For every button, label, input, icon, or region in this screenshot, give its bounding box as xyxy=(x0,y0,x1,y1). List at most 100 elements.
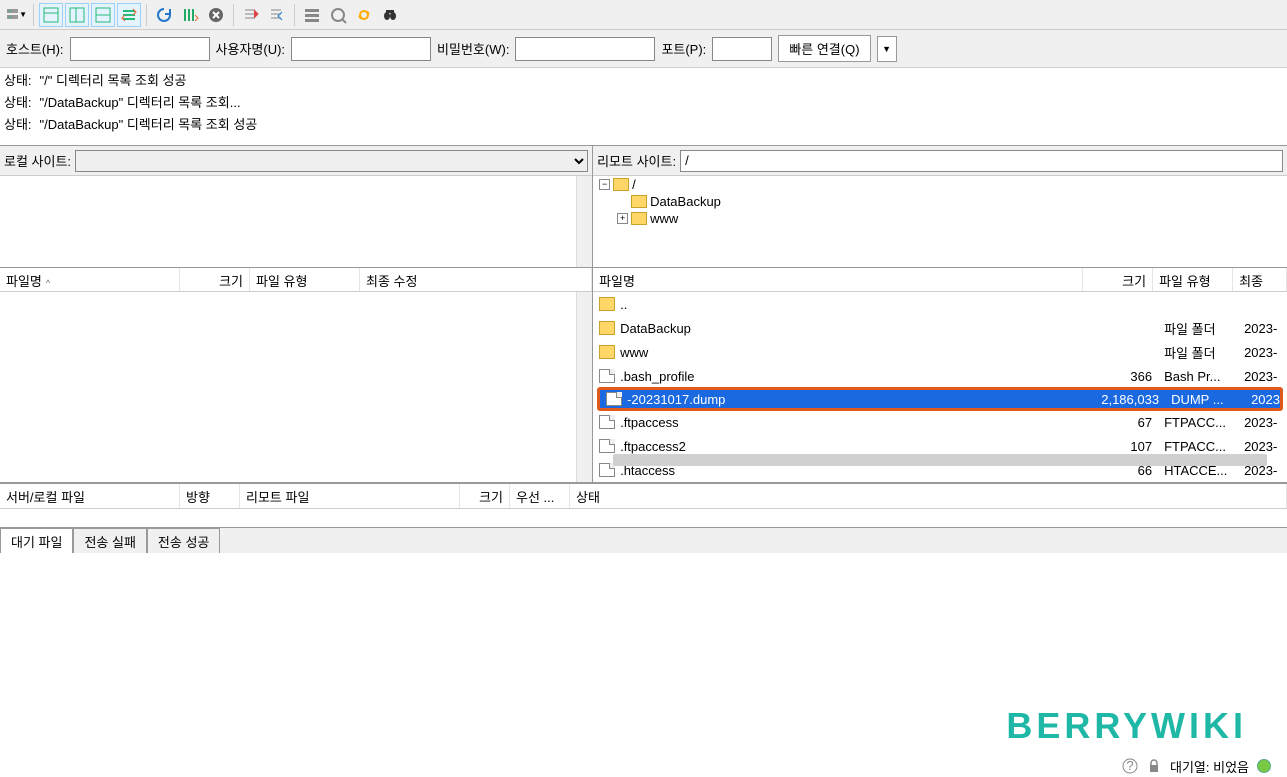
toggle-remote-tree-button[interactable] xyxy=(91,3,115,27)
sync-browse-button[interactable] xyxy=(352,3,376,27)
file-mtime: 2023- xyxy=(1238,415,1287,430)
queue-tabs: 대기 파일 전송 실패 전송 성공 xyxy=(0,527,1287,553)
local-directory-tree[interactable] xyxy=(0,176,592,268)
file-row[interactable]: www파일 폴더2023- xyxy=(593,340,1287,364)
file-row[interactable]: .ftpaccess67FTPACC...2023- xyxy=(593,410,1287,434)
file-type: 파일 폴더 xyxy=(1158,319,1238,338)
col-direction[interactable]: 방향 xyxy=(180,484,240,508)
folder-icon xyxy=(599,345,615,359)
transfer-queue-list[interactable] xyxy=(0,509,1287,527)
file-type: 파일 폴더 xyxy=(1158,343,1238,362)
file-size: 67 xyxy=(1088,415,1158,430)
port-label: 포트(P): xyxy=(661,39,706,58)
file-mtime: 2023 xyxy=(1245,392,1280,407)
scrollbar[interactable] xyxy=(576,176,592,267)
tree-item-label: / xyxy=(632,177,636,192)
directory-compare-button[interactable] xyxy=(326,3,350,27)
host-input[interactable] xyxy=(70,37,210,61)
col-type[interactable]: 파일 유형 xyxy=(1153,268,1233,291)
disconnect-button[interactable] xyxy=(239,3,263,27)
tree-item[interactable]: + www xyxy=(593,210,1287,227)
tree-item[interactable]: DataBackup xyxy=(593,193,1287,210)
site-manager-button[interactable]: ▼ xyxy=(4,3,28,27)
col-priority[interactable]: 우선 ... xyxy=(510,484,570,508)
cancel-button[interactable] xyxy=(204,3,228,27)
process-icon xyxy=(181,6,199,24)
tab-queue[interactable]: 대기 파일 xyxy=(0,528,73,553)
password-input[interactable] xyxy=(515,37,655,61)
transfer-queue-header: 서버/로컬 파일 방향 리모트 파일 크기 우선 ... 상태 xyxy=(0,483,1287,509)
local-pane: 로컬 사이트: 파일명^ 크기 파일 유형 최종 수정 xyxy=(0,146,593,482)
remote-directory-tree[interactable]: − / DataBackup + www xyxy=(593,176,1287,268)
binoculars-icon xyxy=(381,6,399,24)
quickconnect-history-dropdown[interactable]: ▼ xyxy=(877,36,897,62)
file-name: .. xyxy=(620,297,1088,312)
tree-pane-icon xyxy=(68,6,86,24)
file-name: -20231017.dump xyxy=(627,392,1095,407)
file-type: FTPACC... xyxy=(1158,415,1238,430)
toolbar-separator xyxy=(33,4,34,26)
tab-failed[interactable]: 전송 실패 xyxy=(73,528,146,553)
connection-led-icon xyxy=(1257,759,1271,773)
status-bar: ? 대기열: 비었음 xyxy=(1122,755,1287,777)
port-input[interactable] xyxy=(712,37,772,61)
local-list-header: 파일명^ 크기 파일 유형 최종 수정 xyxy=(0,268,592,292)
remote-pane: 리모트 사이트: − / DataBackup + www 파일명 크기 파일 … xyxy=(593,146,1287,482)
chevron-down-icon: ▼ xyxy=(19,10,27,19)
local-file-list[interactable] xyxy=(0,292,592,482)
toggle-log-button[interactable] xyxy=(39,3,63,27)
file-row[interactable]: .. xyxy=(593,292,1287,316)
remote-path-bar: 리모트 사이트: xyxy=(593,146,1287,176)
local-path-input[interactable] xyxy=(75,150,588,172)
message-log[interactable]: 상태:"/" 디렉터리 목록 조회 성공 상태:"/DataBackup" 디렉… xyxy=(0,68,1287,146)
toggle-local-tree-button[interactable] xyxy=(65,3,89,27)
find-button[interactable] xyxy=(378,3,402,27)
tree-item[interactable]: − / xyxy=(593,176,1287,193)
file-row[interactable]: -20231017.dump2,186,033DUMP ...2023 xyxy=(597,387,1283,411)
file-filters-button[interactable] xyxy=(300,3,324,27)
file-type: DUMP ... xyxy=(1165,392,1245,407)
file-row[interactable]: .bash_profile366Bash Pr...2023- xyxy=(593,364,1287,388)
remote-path-input[interactable] xyxy=(680,150,1283,172)
quickconnect-button[interactable]: 빠른 연결(Q) xyxy=(778,35,870,62)
col-server-local[interactable]: 서버/로컬 파일 xyxy=(0,484,180,508)
quickconnect-bar: 호스트(H): 사용자명(U): 비밀번호(W): 포트(P): 빠른 연결(Q… xyxy=(0,30,1287,68)
process-queue-button[interactable] xyxy=(178,3,202,27)
toolbar-separator xyxy=(294,4,295,26)
folder-icon xyxy=(599,297,615,311)
col-type[interactable]: 파일 유형 xyxy=(250,268,360,291)
scrollbar[interactable] xyxy=(576,292,592,482)
local-site-label: 로컬 사이트: xyxy=(4,151,71,170)
lock-icon[interactable] xyxy=(1146,758,1162,774)
log-entry: 상태:"/" 디렉터리 목록 조회 성공 xyxy=(4,70,1283,92)
col-size[interactable]: 크기 xyxy=(180,268,250,291)
file-name: .ftpaccess2 xyxy=(620,439,1088,454)
file-icon xyxy=(606,392,622,406)
col-remote-file[interactable]: 리모트 파일 xyxy=(240,484,460,508)
col-mtime[interactable]: 최종 xyxy=(1233,268,1287,291)
file-name: DataBackup xyxy=(620,321,1088,336)
help-icon[interactable]: ? xyxy=(1122,758,1138,774)
cancel-icon xyxy=(207,6,225,24)
col-name[interactable]: 파일명 xyxy=(593,268,1083,291)
remote-file-list[interactable]: .. DataBackup 파일 폴더 2023- www파일 폴더2023-.bash… xyxy=(593,292,1287,482)
username-input[interactable] xyxy=(291,37,431,61)
svg-text:?: ? xyxy=(1126,758,1133,773)
remote-site-label: 리모트 사이트: xyxy=(597,151,676,170)
col-size[interactable]: 크기 xyxy=(1083,268,1153,291)
refresh-icon xyxy=(155,6,173,24)
tab-success[interactable]: 전송 성공 xyxy=(147,528,220,553)
folder-icon xyxy=(599,321,615,335)
file-row[interactable]: DataBackup파일 폴더2023- xyxy=(593,316,1287,340)
scrollbar[interactable] xyxy=(613,454,1267,466)
toggle-queue-button[interactable] xyxy=(117,3,141,27)
col-status[interactable]: 상태 xyxy=(570,484,1287,508)
expand-icon[interactable]: + xyxy=(617,213,628,224)
col-size[interactable]: 크기 xyxy=(460,484,510,508)
col-name[interactable]: 파일명^ xyxy=(0,268,180,291)
col-mtime[interactable]: 최종 수정 xyxy=(360,268,592,291)
refresh-button[interactable] xyxy=(152,3,176,27)
reconnect-button[interactable] xyxy=(265,3,289,27)
chevron-down-icon: ▼ xyxy=(882,44,891,54)
collapse-icon[interactable]: − xyxy=(599,179,610,190)
